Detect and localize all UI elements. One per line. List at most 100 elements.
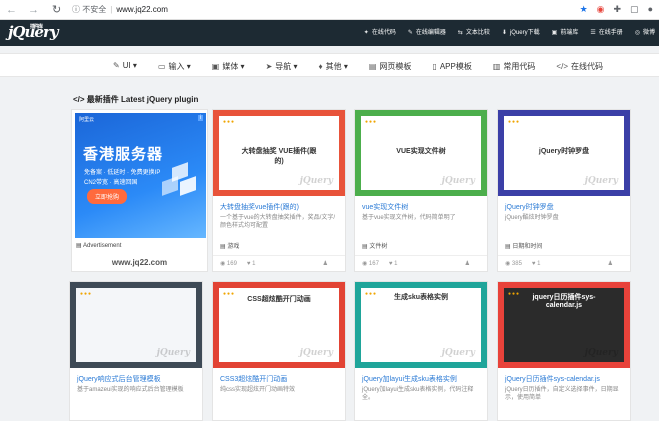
- likes-value: 1: [394, 261, 398, 267]
- user-icon[interactable]: ♟: [608, 260, 613, 267]
- menu-icon: ▭: [157, 62, 166, 71]
- top-link-icon: ◎: [634, 30, 640, 36]
- plugin-category-tag[interactable]: ▤ 文件树: [362, 241, 387, 250]
- menu-item[interactable]: ▯ APP模板: [432, 61, 471, 72]
- plugin-thumbnail[interactable]: ●●● VUE实现文件树 jQuery: [355, 110, 487, 196]
- top-link-label: 文本比较: [465, 30, 490, 36]
- plugin-card[interactable]: ●●● jQuery时钟罗盘 jQuery jQuery时钟罗盘 jQuery酷炫时钟罗…: [497, 109, 631, 272]
- plugin-title-link[interactable]: 大转盘抽奖vue插件(跟的): [220, 202, 299, 212]
- menu-icon: ▥: [492, 62, 501, 71]
- thumbnail-title: VUE实现文件树: [396, 148, 446, 155]
- plugin-title-link[interactable]: vue实现文件树: [362, 202, 408, 212]
- menu-item[interactable]: ▤ 网页模板: [369, 61, 412, 72]
- top-link[interactable]: ⬇ jQuery下载: [502, 27, 540, 36]
- puzzle-icon[interactable]: ✚: [614, 4, 622, 15]
- plugin-description: jQuery加layui生成sku表格实例，代码注释全。: [362, 387, 474, 401]
- menu-item[interactable]: ▣ 媒体 ▾: [212, 61, 245, 72]
- top-link[interactable]: ◎ 微博: [635, 27, 655, 36]
- ad-brand: 阿里云: [79, 117, 95, 123]
- watermark-logo: jQuery: [156, 348, 190, 358]
- plugin-category-tag[interactable]: ▤ 游戏: [220, 241, 239, 250]
- tab-icon[interactable]: ▢: [630, 4, 639, 15]
- profile-icon[interactable]: ●: [648, 4, 653, 15]
- ad-buy-button[interactable]: 立即抢购: [87, 189, 128, 204]
- menu-item[interactable]: ▥ 常用代码: [493, 61, 536, 72]
- top-link-label: 在线代码: [371, 30, 396, 36]
- ad-banner[interactable]: 阿里云 i 香港服务器 免备案 · 低延时 · 免费更换IP CN2带宽 · 高…: [75, 113, 206, 238]
- extension-icon[interactable]: ◉: [597, 4, 605, 15]
- ad-site: www.jq22.com: [111, 258, 168, 267]
- plugin-thumbnail[interactable]: ●●● jquery日历插件sys-calendar.js jQuery: [498, 282, 630, 368]
- thumbnail-title: jQuery时钟罗盘: [538, 148, 590, 155]
- plugin-thumbnail[interactable]: ●●● 大转盘抽奖 VUE插件(跟的) jQuery: [213, 110, 345, 196]
- menu-label: UI ▾: [122, 61, 137, 70]
- url-text[interactable]: www.jq22.com: [116, 5, 168, 14]
- reload-icon[interactable]: ↻: [52, 3, 61, 17]
- ad-line: CN2带宽 · 高速回国: [84, 180, 138, 186]
- menu-item[interactable]: ✎ UI ▾: [113, 61, 137, 72]
- address-bar[interactable]: ⓘ 不安全 | www.jq22.com: [72, 4, 168, 15]
- likes-count[interactable]: ♥ 1: [389, 261, 398, 267]
- plugin-description: 基于amazeui实现的响应式后台管理模板: [77, 387, 184, 393]
- thumbnail-title: jquery日历插件sys-calendar.js: [532, 294, 596, 309]
- plugin-title-link[interactable]: CSS3超炫酷开门动画: [220, 374, 287, 384]
- window-dots-icon: ●●●: [508, 119, 521, 125]
- views-value: 167: [368, 261, 379, 267]
- card-footer: ◉ 167 ♥ 1 ♟: [355, 255, 487, 271]
- plugin-card[interactable]: ●●● 大转盘抽奖 VUE插件(跟的) jQuery 大转盘抽奖vue插件(跟的) 一个…: [212, 109, 346, 272]
- top-link-label: 在线编辑器: [415, 30, 446, 36]
- top-link[interactable]: ☰ 在线手册: [590, 27, 622, 36]
- user-icon[interactable]: ♟: [323, 260, 328, 267]
- back-icon[interactable]: ←: [6, 3, 17, 17]
- menu-label: 网页模板: [379, 62, 412, 71]
- plugin-thumbnail[interactable]: ●●● 生成sku表格实例 jQuery: [355, 282, 487, 368]
- plugin-title-link[interactable]: jQuery日历插件sys-calendar.js: [505, 374, 600, 384]
- menu-item[interactable]: ♦ 其他 ▾: [319, 61, 348, 72]
- top-link[interactable]: ⇆ 文本比较: [458, 27, 490, 36]
- menu-item[interactable]: </> 在线代码: [556, 61, 603, 72]
- star-icon[interactable]: ★: [580, 4, 588, 15]
- tag-label: 游戏: [227, 244, 240, 250]
- menu-label: 媒体 ▾: [222, 62, 245, 71]
- likes-count[interactable]: ♥ 1: [532, 261, 541, 267]
- plugin-card[interactable]: ●●● jquery日历插件sys-calendar.js jQuery jQuery…: [497, 281, 631, 421]
- site-logo[interactable]: jQuery 插件库: [8, 23, 59, 41]
- plugin-category-tag[interactable]: ▤ 日期和时间: [505, 241, 542, 250]
- menu-label: 在线代码: [571, 62, 603, 71]
- plugin-thumbnail[interactable]: ●●● jQuery: [70, 282, 202, 368]
- plugin-thumbnail[interactable]: ●●● CSS超炫酷开门动画 jQuery: [213, 282, 345, 368]
- plugin-card[interactable]: ●●● CSS超炫酷开门动画 jQuery CSS3超炫酷开门动画 纯css实现超炫开门…: [212, 281, 346, 421]
- ad-info-icon[interactable]: i: [197, 115, 203, 121]
- plugin-card[interactable]: ●●● jQuery jQuery响应式后台管理模板基于amazeui实现的响应式后…: [69, 281, 203, 421]
- menu-icon: ▣: [211, 62, 220, 71]
- top-link-icon: ✦: [363, 30, 369, 36]
- menu-item[interactable]: ➤ 导航 ▾: [266, 61, 298, 72]
- thumbnail-window: ●●● jquery日历插件sys-calendar.js jQuery: [504, 288, 624, 362]
- watermark-logo: jQuery: [584, 176, 618, 186]
- plugin-title-link[interactable]: jQuery加layui生成sku表格实例: [362, 374, 457, 384]
- top-link[interactable]: ✦ 在线代码: [364, 27, 396, 36]
- likes-value: 1: [537, 261, 541, 267]
- top-link[interactable]: ▣ 前端库: [552, 27, 579, 36]
- user-icon[interactable]: ♟: [465, 260, 470, 267]
- ad-card[interactable]: 阿里云 i 香港服务器 免备案 · 低延时 · 免费更换IP CN2带宽 · 高…: [71, 109, 208, 272]
- top-link[interactable]: ✎ 在线编辑器: [408, 27, 446, 36]
- plugin-thumbnail[interactable]: ●●● jQuery时钟罗盘 jQuery: [498, 110, 630, 196]
- security-label: 不安全: [82, 5, 107, 14]
- menu-icon: ✎: [113, 61, 120, 70]
- menu-item[interactable]: ▭ 输入 ▾: [158, 61, 191, 72]
- plugin-card[interactable]: ●●● 生成sku表格实例 jQuery jQuery加layui生成sku表格实例 j…: [354, 281, 488, 421]
- plugin-title-link[interactable]: jQuery时钟罗盘: [505, 202, 554, 212]
- eye-icon: ◉: [220, 261, 227, 267]
- top-link-icon: ✎: [407, 30, 413, 36]
- forward-icon[interactable]: →: [28, 3, 39, 17]
- tag-label: 文件树: [369, 244, 388, 250]
- watermark-logo: jQuery: [299, 176, 333, 186]
- window-dots-icon: ●●●: [365, 119, 378, 125]
- top-link-label: 微博: [642, 30, 655, 36]
- likes-count[interactable]: ♥ 1: [247, 261, 256, 267]
- menu-icon: </>: [556, 62, 568, 71]
- plugin-title-link[interactable]: jQuery响应式后台管理模板: [77, 374, 161, 384]
- plugin-card[interactable]: ●●● VUE实现文件树 jQuery vue实现文件树 基于vue实现文件树，代码简单…: [354, 109, 488, 272]
- views-count: ◉ 167: [362, 261, 379, 267]
